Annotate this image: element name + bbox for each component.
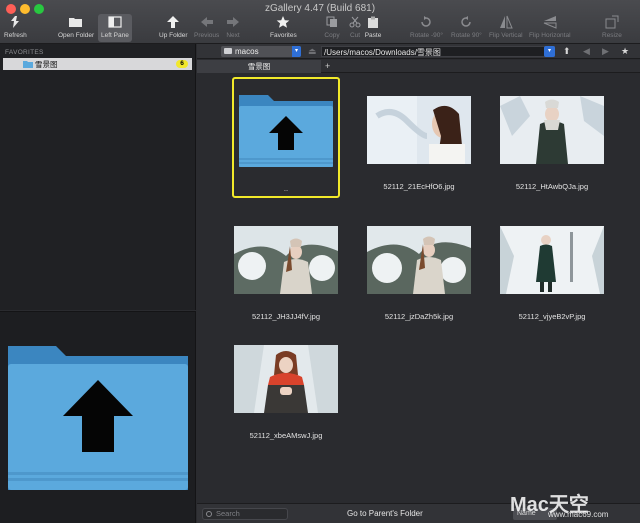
path-history-dropdown[interactable]: ▾	[544, 46, 555, 57]
eject-icon[interactable]: ⏏	[308, 46, 317, 57]
preview-pane	[0, 311, 196, 523]
favorites-heading: FAVORITES	[5, 49, 44, 56]
path-field[interactable]: /Users/macos/Downloads/雪景图	[321, 46, 555, 57]
sidebar-item-label: 雪景图	[35, 59, 58, 69]
photo-thumbnail	[500, 226, 604, 294]
scissors-icon	[346, 14, 364, 30]
count-badge: 6	[176, 60, 188, 68]
large-up-folder-icon	[8, 346, 188, 490]
go-up-icon[interactable]: ⬆	[563, 46, 571, 57]
thumbnail-caption: 52112_21EcHfO6.jpg	[383, 182, 455, 191]
photo-thumbnail	[500, 96, 604, 164]
copy-button[interactable]: Copy	[323, 14, 341, 42]
flip-vertical-icon	[497, 14, 515, 30]
volume-selector[interactable]: macos ▾	[221, 46, 301, 57]
watermark-url: www.mac69.com	[548, 510, 609, 519]
up-folder-icon	[239, 95, 333, 167]
title-bar: zGallery 4.47 (Build 681) Refresh Open F…	[0, 0, 640, 44]
up-folder-button[interactable]: Up Folder	[159, 14, 188, 42]
thumbnail-caption: ..	[283, 184, 289, 193]
favorites-button[interactable]: Favorites	[270, 14, 297, 42]
chevron-down-icon: ▾	[292, 46, 301, 57]
left-pane-button[interactable]: Left Pane	[98, 14, 132, 42]
back-icon[interactable]: ◀	[583, 46, 590, 57]
thumbnail-caption: 52112_JH3JJ4fV.jpg	[252, 312, 320, 321]
up-arrow-icon	[164, 14, 182, 30]
path-bar: macos ▾ ⏏ /Users/macos/Downloads/雪景图 ▾ ⬆…	[197, 44, 640, 59]
paste-button[interactable]: Paste	[364, 14, 382, 42]
tab-bar: 雪景图 +	[197, 60, 640, 73]
status-message: Go to Parent's Folder	[347, 509, 423, 518]
rotate-left-icon	[417, 14, 435, 30]
thumbnail-caption: 52112_HtAwbQJa.jpg	[515, 182, 589, 191]
clipboard-icon	[364, 14, 382, 30]
photo-thumbnail	[367, 226, 471, 294]
rotate-right-icon	[457, 14, 475, 30]
resize-icon	[603, 14, 621, 30]
cut-button[interactable]: Cut	[346, 14, 364, 42]
rotate-left-button[interactable]: Rotate -90°	[410, 14, 443, 42]
rotate-right-button[interactable]: Rotate 90°	[451, 14, 482, 42]
star-icon	[274, 14, 292, 30]
copy-icon	[323, 14, 341, 30]
open-folder-icon	[67, 14, 85, 30]
open-folder-button[interactable]: Open Folder	[58, 14, 94, 42]
add-favorite-star-icon[interactable]: ★	[621, 46, 629, 57]
flip-horizontal-icon	[541, 14, 559, 30]
sidebar-item-favorite[interactable]: 雪景图 6	[3, 58, 192, 70]
window-title: zGallery 4.47 (Build 681)	[264, 3, 376, 14]
thumbnail-caption: 52112_xbeAMswJ.jpg	[249, 431, 323, 440]
refresh-button[interactable]: Refresh	[4, 14, 27, 42]
left-arrow-icon	[198, 14, 216, 30]
thumbnail-caption: 52112_jzDaZh5k.jpg	[384, 312, 454, 321]
resize-button[interactable]: Resize	[602, 14, 622, 42]
left-pane: FAVORITES 雪景图 6	[0, 44, 196, 310]
photo-thumbnail	[367, 96, 471, 164]
tab-current-folder[interactable]: 雪景图	[197, 60, 321, 73]
flip-vertical-button[interactable]: Flip Vertical	[489, 14, 523, 42]
add-tab-button[interactable]: +	[325, 60, 330, 73]
disk-icon	[224, 48, 232, 54]
next-button[interactable]: Next	[224, 14, 242, 42]
thumbnail-grid: .. 52112_21EcHfO6.jpg 52112_HtAwbQJa.jpg…	[197, 74, 640, 502]
folder-icon	[23, 60, 33, 68]
refresh-icon	[6, 14, 24, 30]
left-pane-icon	[106, 14, 124, 30]
search-icon	[206, 511, 212, 517]
photo-thumbnail	[234, 345, 338, 413]
thumbnail-caption: 52112_vjyeB2vP.jpg	[518, 312, 586, 321]
right-arrow-icon	[224, 14, 242, 30]
forward-icon[interactable]: ▶	[602, 46, 609, 57]
previous-button[interactable]: Previous	[194, 14, 219, 42]
flip-horizontal-button[interactable]: Flip Horizontal	[529, 14, 571, 42]
photo-thumbnail	[234, 226, 338, 294]
search-input[interactable]: Search	[202, 508, 288, 520]
